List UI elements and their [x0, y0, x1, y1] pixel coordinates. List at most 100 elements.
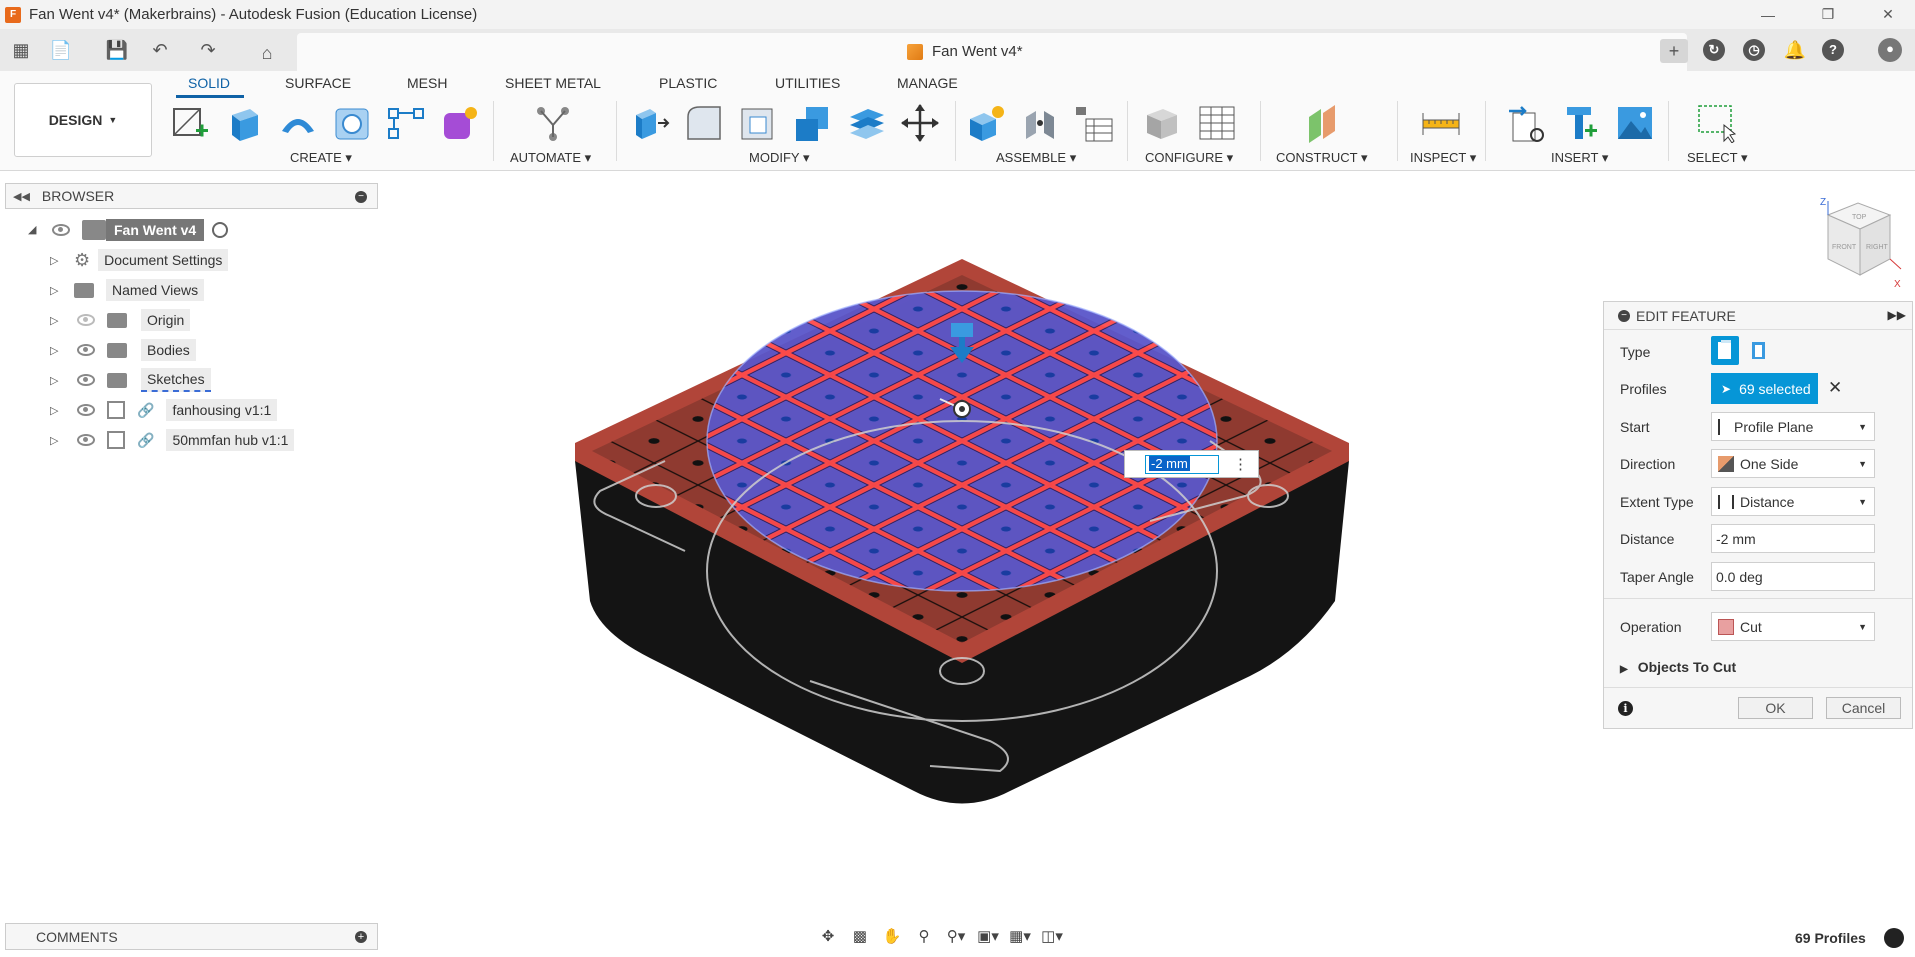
document-tab[interactable]: Fan Went v4* ✕: [297, 33, 1687, 71]
extent-type-dropdown[interactable]: Distance ▼: [1711, 487, 1875, 516]
file-menu-icon[interactable]: 📄: [49, 38, 73, 62]
more-options-icon[interactable]: ⋮: [1233, 455, 1248, 473]
browser-item-sketches[interactable]: Sketches: [77, 368, 211, 392]
expand-node-icon[interactable]: ▷: [50, 404, 58, 417]
bill-of-materials-icon[interactable]: [1074, 103, 1114, 143]
new-tab-icon[interactable]: +: [1660, 39, 1688, 63]
close-window-icon[interactable]: ✕: [1865, 0, 1911, 29]
tab-surface[interactable]: SURFACE: [285, 75, 351, 91]
hole-icon[interactable]: [332, 103, 372, 143]
tab-plastic[interactable]: PLASTIC: [659, 75, 717, 91]
objects-to-cut-section[interactable]: ▶ Objects To Cut: [1620, 659, 1736, 675]
group-inspect[interactable]: INSPECT ▾: [1410, 150, 1476, 166]
group-modify[interactable]: MODIFY ▾: [749, 150, 809, 166]
press-pull-icon[interactable]: [630, 103, 670, 143]
group-construct[interactable]: CONSTRUCT ▾: [1276, 150, 1368, 166]
distance-field[interactable]: -2 mm: [1711, 524, 1875, 553]
tab-manage[interactable]: MANAGE: [897, 75, 958, 91]
minimize-icon[interactable]: —: [1745, 0, 1791, 29]
distance-input-box[interactable]: -2 mm ⋮: [1124, 450, 1259, 478]
app-grid-icon[interactable]: ▦: [9, 38, 33, 62]
configure-icon[interactable]: [1143, 103, 1183, 143]
type-thin-extrude-button[interactable]: [1745, 336, 1773, 365]
visibility-eye-icon[interactable]: [77, 344, 95, 356]
expand-node-icon[interactable]: ▷: [50, 374, 58, 387]
tab-utilities[interactable]: UTILITIES: [775, 75, 840, 91]
create-sketch-icon[interactable]: [170, 103, 210, 143]
distance-input-field[interactable]: -2 mm: [1145, 455, 1219, 474]
offset-face-icon[interactable]: [846, 103, 886, 143]
browser-panel-header[interactable]: ◀◀ BROWSER −: [5, 183, 378, 209]
measure-icon[interactable]: [1421, 103, 1461, 143]
visibility-eye-icon[interactable]: [77, 374, 95, 386]
insert-canvas-icon[interactable]: [1615, 103, 1655, 143]
offset-plane-icon[interactable]: [1303, 103, 1343, 143]
extensions-icon[interactable]: ↻: [1703, 39, 1725, 61]
create-form-icon[interactable]: [440, 103, 480, 143]
display-settings-icon[interactable]: ▣▾: [972, 924, 1004, 948]
select-window-icon[interactable]: [1696, 103, 1737, 144]
browser-item-bodies[interactable]: Bodies: [77, 338, 196, 362]
group-assemble[interactable]: ASSEMBLE ▾: [996, 150, 1076, 166]
ok-button[interactable]: OK: [1738, 697, 1813, 719]
clear-selection-icon[interactable]: ✕: [1828, 378, 1842, 398]
expand-node-icon[interactable]: ▷: [50, 434, 58, 447]
expand-node-icon[interactable]: ▷: [50, 344, 58, 357]
look-at-icon[interactable]: ▩: [844, 924, 876, 948]
tab-sheet-metal[interactable]: SHEET METAL: [505, 75, 601, 91]
fit-icon[interactable]: ⚲▾: [940, 924, 972, 948]
fillet-icon[interactable]: [684, 103, 724, 143]
browser-item-document-settings[interactable]: ⚙ Document Settings: [74, 248, 229, 272]
insert-derive-icon[interactable]: [1507, 103, 1547, 143]
minimize-browser-icon[interactable]: −: [355, 191, 367, 203]
info-icon[interactable]: i: [1618, 701, 1633, 716]
job-status-icon[interactable]: ◷: [1743, 39, 1765, 61]
browser-root-node[interactable]: Fan Went v4: [52, 218, 229, 242]
orbit-icon[interactable]: ✥: [812, 924, 844, 948]
revolve-icon[interactable]: [278, 103, 318, 143]
comments-panel[interactable]: COMMENTS +: [5, 923, 378, 950]
direction-dropdown[interactable]: One Side ▼: [1711, 449, 1875, 478]
browser-item-fanhousing[interactable]: 🔗 fanhousing v1:1: [77, 398, 278, 422]
minimize-panel-icon[interactable]: −: [1618, 309, 1630, 322]
expand-root-icon[interactable]: ◢: [28, 223, 36, 236]
expand-node-icon[interactable]: ▷: [50, 314, 58, 327]
combine-icon[interactable]: [792, 103, 832, 143]
undo-icon[interactable]: ↶: [148, 38, 172, 62]
joint-icon[interactable]: [1020, 103, 1060, 143]
move-copy-icon[interactable]: [900, 103, 940, 143]
edit-feature-header[interactable]: − EDIT FEATURE ▶▶: [1604, 302, 1912, 330]
help-icon[interactable]: ?: [1822, 39, 1844, 61]
extrude-icon[interactable]: [224, 103, 264, 143]
taper-angle-field[interactable]: 0.0 deg: [1711, 562, 1875, 591]
group-automate[interactable]: AUTOMATE ▾: [510, 150, 591, 166]
start-dropdown[interactable]: Profile Plane ▼: [1711, 412, 1875, 441]
redo-icon[interactable]: ↷: [196, 38, 220, 62]
tab-solid[interactable]: SOLID: [188, 75, 230, 91]
zoom-icon[interactable]: ⚲: [908, 924, 940, 948]
shell-icon[interactable]: [738, 103, 778, 143]
type-extrude-button[interactable]: [1711, 336, 1739, 365]
group-insert[interactable]: INSERT ▾: [1551, 150, 1608, 166]
group-select[interactable]: SELECT ▾: [1687, 150, 1747, 166]
group-create[interactable]: CREATE ▾: [290, 150, 352, 166]
browser-item-named-views[interactable]: Named Views: [74, 278, 205, 302]
save-icon[interactable]: 💾: [105, 38, 129, 62]
visibility-eye-icon[interactable]: [52, 224, 70, 236]
pan-icon[interactable]: ✋: [876, 924, 908, 948]
restore-icon[interactable]: ❐: [1805, 0, 1851, 29]
grid-settings-icon[interactable]: ▦▾: [1004, 924, 1036, 948]
add-comment-icon[interactable]: +: [355, 931, 367, 943]
new-component-icon[interactable]: [966, 103, 1006, 143]
tab-mesh[interactable]: MESH: [407, 75, 447, 91]
collapse-browser-icon[interactable]: ◀◀: [13, 190, 30, 203]
insert-mcmaster-icon[interactable]: [1561, 103, 1601, 143]
automate-icon[interactable]: [533, 103, 573, 143]
expand-node-icon[interactable]: ▷: [50, 284, 58, 297]
cancel-button[interactable]: Cancel: [1826, 697, 1901, 719]
browser-item-fan-hub[interactable]: 🔗 50mmfan hub v1:1: [77, 428, 295, 452]
visibility-eye-icon[interactable]: [77, 404, 95, 416]
workspace-switcher[interactable]: DESIGN ▼: [14, 83, 152, 157]
home-icon[interactable]: ⌂: [255, 41, 279, 65]
profiles-selection-button[interactable]: ➤ 69 selected: [1711, 373, 1818, 404]
